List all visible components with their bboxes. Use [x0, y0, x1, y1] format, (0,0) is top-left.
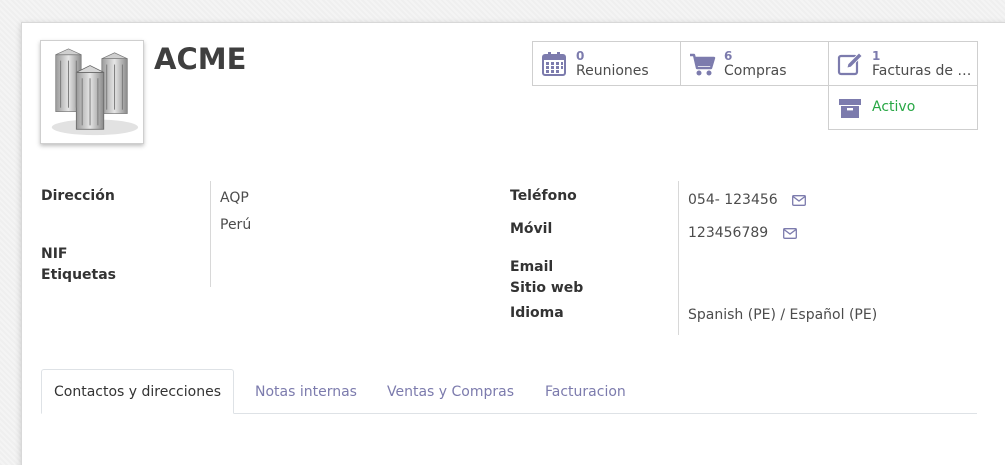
purchases-count: 6 [724, 48, 733, 63]
field-separator-right [678, 181, 679, 335]
phone-value[interactable]: 054- 123456 [688, 192, 778, 208]
phone-field[interactable]: 054- 123456 [688, 192, 807, 208]
website-label: Sitio web [510, 280, 584, 296]
edit-icon [837, 51, 863, 75]
vat-label: NIF [41, 246, 68, 262]
address-label: Dirección [41, 188, 115, 204]
tags-label: Etiquetas [41, 267, 117, 283]
envelope-icon[interactable] [792, 194, 807, 206]
tab-sales-purchases[interactable]: Ventas y Compras [387, 369, 514, 414]
meetings-label: Reuniones [576, 63, 649, 79]
buildings-icon [51, 48, 139, 136]
invoices-count: 1 [872, 48, 881, 63]
purchases-label: Compras [724, 63, 787, 79]
language-label: Idioma [510, 305, 564, 321]
meetings-count: 0 [576, 48, 585, 63]
company-avatar[interactable] [40, 40, 144, 144]
mobile-field[interactable]: 123456789 [688, 225, 797, 241]
envelope-icon[interactable] [782, 227, 797, 239]
invoices-label: Facturas de … [872, 63, 972, 79]
active-label: Activo [872, 100, 916, 115]
email-label: Email [510, 259, 554, 275]
archive-icon [839, 98, 861, 118]
shopping-cart-icon [690, 53, 716, 75]
active-toggle-button[interactable]: Activo [828, 85, 978, 130]
tab-invoicing[interactable]: Facturacion [545, 369, 626, 414]
purchases-button[interactable]: 6 Compras [680, 41, 830, 86]
calendar-icon [542, 51, 566, 76]
address-city-input[interactable]: AQP [220, 190, 249, 206]
invoices-button[interactable]: 1 Facturas de … [828, 41, 978, 86]
meetings-button[interactable]: 0 Reuniones [532, 41, 682, 86]
address-country-input[interactable]: Perú [220, 217, 251, 233]
tab-internal-notes[interactable]: Notas internas [255, 369, 357, 414]
field-separator-left [210, 181, 211, 287]
phone-label: Teléfono [510, 188, 577, 204]
mobile-label: Móvil [510, 221, 553, 237]
tab-contacts[interactable]: Contactos y direcciones [41, 369, 234, 414]
mobile-value[interactable]: 123456789 [688, 225, 768, 241]
language-select[interactable]: Spanish (PE) / Español (PE) [688, 307, 877, 323]
partner-name[interactable]: ACME [154, 42, 246, 76]
